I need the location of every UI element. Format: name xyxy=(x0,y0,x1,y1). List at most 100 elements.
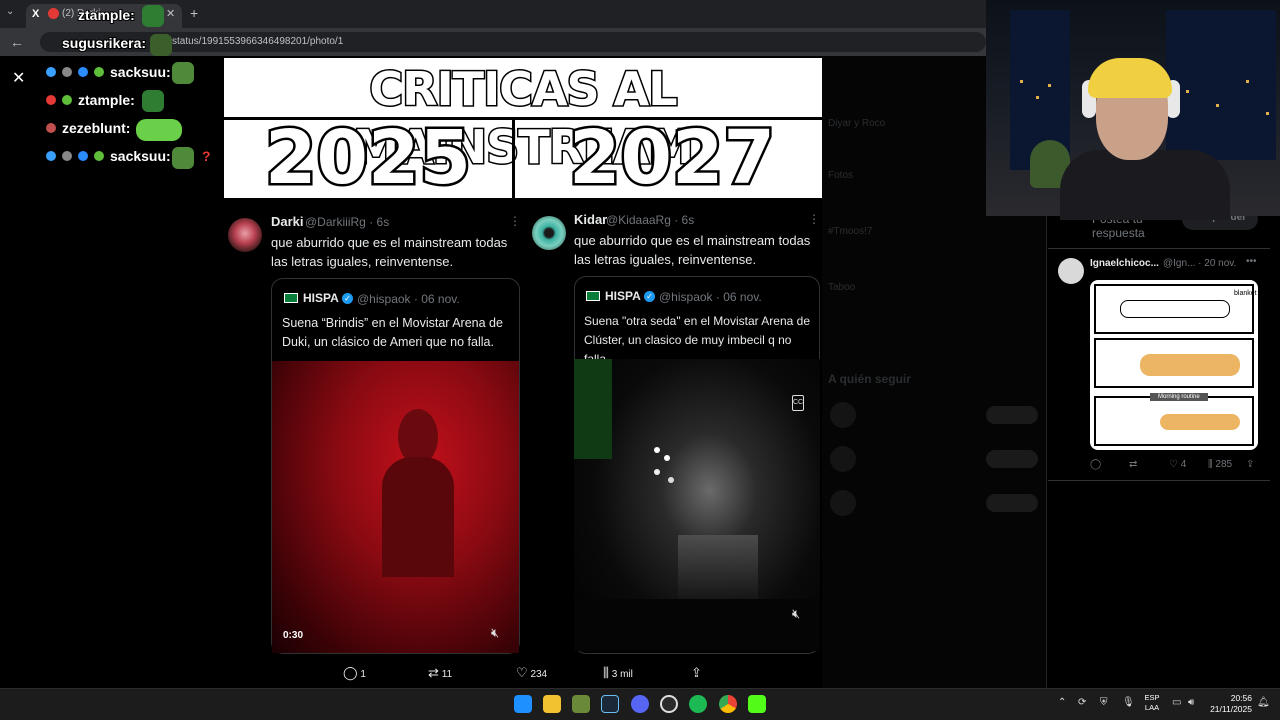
quoted-author-handle: @hispaok · 06 nov. xyxy=(357,292,460,306)
mute-icon[interactable]: 🔇︎ xyxy=(792,606,800,622)
mute-icon[interactable]: 🔇︎ xyxy=(491,625,499,641)
tweet-text: que aburrido que es el mainstream todas … xyxy=(574,233,811,267)
streamer-body xyxy=(1060,150,1230,220)
tab-search-chevron-icon[interactable]: ⌄ xyxy=(6,6,14,17)
tweet-author-name[interactable]: Kidar xyxy=(574,212,607,227)
close-viewer-icon[interactable]: ✕ xyxy=(12,68,25,88)
reply-count: 1 xyxy=(360,669,366,680)
reply-repost-icon[interactable]: ⇄ xyxy=(1129,459,1137,470)
tweet-text: que aburrido que es el mainstream todas … xyxy=(271,235,508,269)
like-count: 234 xyxy=(530,669,548,680)
clock-date: 21/11/2025 xyxy=(1210,704,1252,714)
reply-action-button[interactable]: ◯ 1 xyxy=(343,665,366,681)
reply-share-icon[interactable]: ⇪ xyxy=(1246,459,1254,470)
avatar[interactable] xyxy=(228,218,262,252)
captions-icon[interactable]: CC xyxy=(792,395,804,411)
tray-sync-icon[interactable]: ⟳ xyxy=(1078,697,1086,708)
chat-username: sacksuu: xyxy=(109,147,172,165)
like-action-button[interactable]: ♡ 234 xyxy=(516,665,547,681)
chat-badge-icon xyxy=(62,95,72,105)
quoted-author-name: HISPA xyxy=(303,291,339,305)
chat-badge-icon xyxy=(78,151,88,161)
lang-line1: ESP xyxy=(1144,693,1160,702)
chat-badge-icon xyxy=(94,151,104,161)
chat-badge-icon xyxy=(62,151,72,161)
chat-emote-icon xyxy=(150,34,172,56)
avatar[interactable] xyxy=(532,216,566,250)
chat-emote-icon xyxy=(142,90,164,112)
reply-meme-image[interactable] xyxy=(1090,280,1258,450)
clock-time: 20:56 xyxy=(1230,693,1252,703)
divider xyxy=(512,118,515,198)
divider xyxy=(1048,480,1270,481)
question-emote-icon: ? xyxy=(202,148,211,164)
pepe-emote-icon xyxy=(172,147,194,169)
chat-badge-icon xyxy=(94,67,104,77)
repost-action-button[interactable]: ⇄ 11 xyxy=(428,665,452,681)
chat-badge-icon xyxy=(62,67,72,77)
new-tab-button[interactable]: + xyxy=(190,5,198,21)
video-player[interactable] xyxy=(574,359,820,651)
chat-username: ztample: xyxy=(77,6,136,24)
chat-username: zezeblunt: xyxy=(61,119,131,137)
notification-bell-icon[interactable]: 🔔︎ xyxy=(1257,697,1270,708)
chat-badge-icon xyxy=(46,95,56,105)
windows-start-icon[interactable] xyxy=(514,695,532,713)
meme-blanket-label: blanket xyxy=(1234,290,1257,297)
quoted-author-name: HISPA xyxy=(605,289,641,303)
chrome-icon[interactable] xyxy=(719,695,737,713)
reply-like-button[interactable]: ♡ 4 xyxy=(1169,459,1186,470)
tab-close-icon[interactable]: ✕ xyxy=(166,7,175,20)
chat-username: sugusrikera: xyxy=(61,34,147,52)
verified-badge-icon: ✓ xyxy=(342,293,353,304)
quoted-author-handle: @hispaok · 06 nov. xyxy=(659,290,762,304)
more-options-icon[interactable]: ••• xyxy=(1246,256,1257,267)
chat-username: sacksuu: xyxy=(109,63,172,81)
obs-icon[interactable] xyxy=(660,695,678,713)
heart-icon: ♡ xyxy=(516,665,528,680)
tweet-author-name[interactable]: Darki xyxy=(271,214,304,229)
x-logo-icon: X xyxy=(32,8,40,20)
lang-line2: LAA xyxy=(1144,703,1160,712)
tweet-author-handle: @KidaaaRg · 6s xyxy=(606,213,695,227)
tray-chevron-icon[interactable]: ⌃ xyxy=(1058,697,1066,708)
share-action-button[interactable]: ⇪ xyxy=(691,665,702,681)
comment-icon: ◯ xyxy=(343,665,358,680)
avatar[interactable] xyxy=(1058,258,1084,284)
verified-badge-icon: ✓ xyxy=(644,291,655,302)
tray-shield-icon[interactable]: ⛨ xyxy=(1100,697,1108,708)
reply-views[interactable]: ⫼ 285 xyxy=(1208,459,1232,470)
chat-badge-icon xyxy=(46,123,56,133)
back-arrow-icon[interactable]: ← xyxy=(10,34,24,50)
tray-network-icon[interactable]: ▭ xyxy=(1172,697,1181,708)
recording-indicator-icon xyxy=(48,8,59,19)
more-options-icon[interactable]: ⋮ xyxy=(808,212,820,226)
flag-icon xyxy=(284,293,298,303)
spotify-icon[interactable] xyxy=(689,695,707,713)
cap xyxy=(1088,58,1172,98)
discord-icon[interactable] xyxy=(631,695,649,713)
chat-emote-icon xyxy=(142,5,164,27)
video-player[interactable] xyxy=(272,361,519,653)
tray-volume-icon[interactable]: 🔊︎ xyxy=(1188,697,1194,708)
repost-count: 11 xyxy=(441,669,453,680)
more-options-icon[interactable]: ⋮ xyxy=(509,214,521,228)
tray-mic-icon[interactable]: 🎙︎ xyxy=(1122,697,1135,708)
reply-author-name[interactable]: Ignaelchicoc... xyxy=(1090,258,1159,269)
tweet-author-handle: @DarkiiiRg · 6s xyxy=(305,215,390,229)
url-text[interactable]: status/1991553966346498201/photo/1 xyxy=(172,36,343,47)
system-clock[interactable]: 20:56 21/11/2025 xyxy=(1206,693,1252,715)
reply-like-count: 4 xyxy=(1180,459,1187,470)
app-icon[interactable] xyxy=(572,695,590,713)
chat-badge-icon xyxy=(78,67,88,77)
reply-author-handle: @Ign... · 20 nov. xyxy=(1163,258,1237,269)
views-action-button[interactable]: ⫼ 3 mil xyxy=(603,665,633,681)
input-language[interactable]: ESP LAA xyxy=(1144,693,1160,713)
grin-emote-icon xyxy=(136,119,182,141)
view-count: 3 mil xyxy=(611,669,633,680)
file-explorer-icon[interactable] xyxy=(543,695,561,713)
reply-comment-icon[interactable]: ◯ xyxy=(1090,459,1101,470)
meme-caption: Morning routine xyxy=(1150,393,1208,401)
kick-icon[interactable] xyxy=(748,695,766,713)
steam-icon[interactable] xyxy=(601,695,619,713)
